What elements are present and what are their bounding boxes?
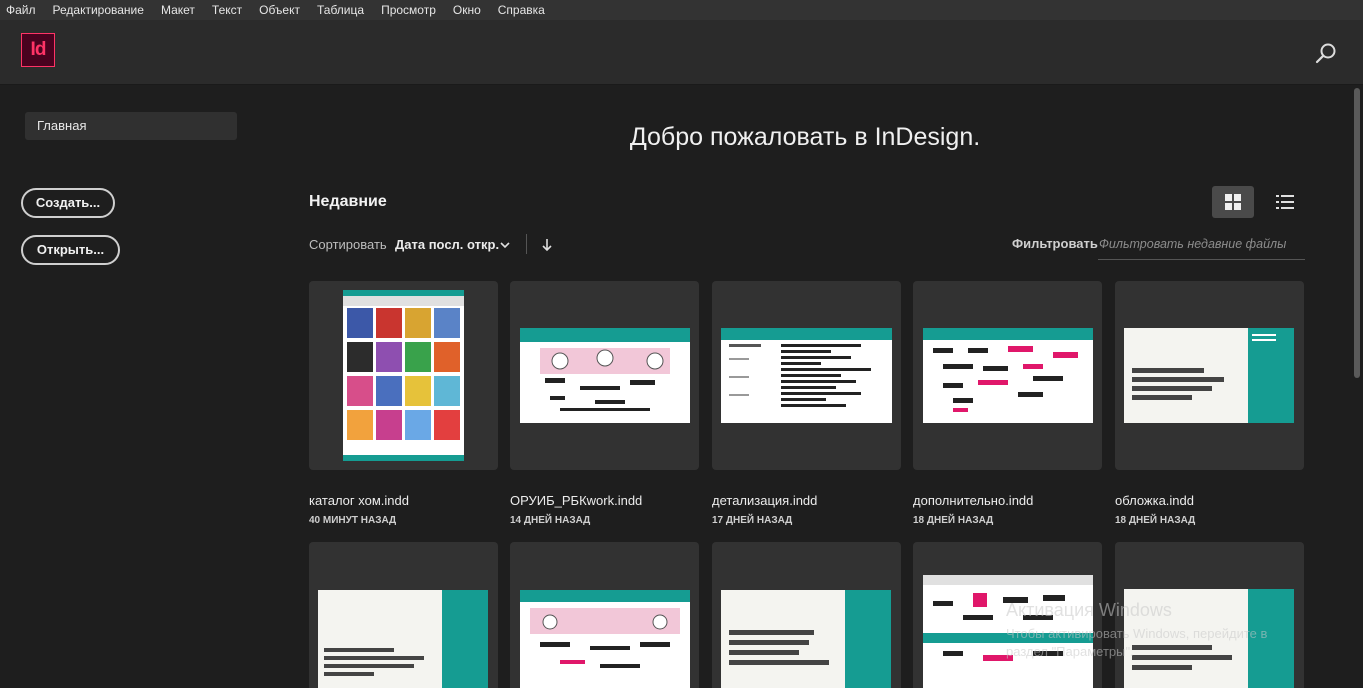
scrollbar[interactable] (1354, 88, 1360, 378)
recent-file-card[interactable] (712, 542, 901, 688)
left-panel: Главная Создать... Открыть... (0, 85, 260, 688)
file-time: 18 ДНЕЙ НАЗАД (913, 515, 994, 526)
app-header: Id (0, 20, 1363, 85)
menu-type[interactable]: Текст (205, 0, 252, 20)
open-button[interactable]: Открыть... (21, 235, 120, 265)
watermark-title: Активация Windows (1006, 600, 1172, 620)
indesign-logo: Id (21, 33, 55, 67)
file-name[interactable]: каталог хом.indd (309, 493, 409, 508)
activation-watermark: Активация Windows Чтобы активировать Win… (1006, 600, 1267, 659)
file-thumbnail (520, 590, 690, 688)
grid-view-icon (1225, 194, 1241, 210)
file-thumbnail (721, 590, 891, 688)
menu-view[interactable]: Просмотр (374, 0, 446, 20)
menu-edit[interactable]: Редактирование (46, 0, 154, 20)
sort-label: Сортировать (309, 237, 387, 252)
file-thumbnail (520, 328, 690, 423)
recent-file-card[interactable] (510, 281, 699, 470)
create-button[interactable]: Создать... (21, 188, 115, 218)
file-thumbnail (721, 328, 892, 423)
file-name[interactable]: ОРУИБ_РБКwork.indd (510, 493, 642, 508)
recent-file-card[interactable] (510, 542, 699, 688)
menu-file[interactable]: Файл (0, 0, 46, 20)
menu-table[interactable]: Таблица (310, 0, 374, 20)
file-time: 18 ДНЕЙ НАЗАД (1115, 515, 1196, 526)
menu-layout[interactable]: Макет (154, 0, 205, 20)
recent-file-card[interactable] (712, 281, 901, 470)
menu-window[interactable]: Окно (446, 0, 491, 20)
welcome-heading: Добро пожаловать в InDesign. (629, 123, 981, 151)
file-name[interactable]: детализация.indd (712, 493, 817, 508)
file-thumbnail (318, 590, 488, 688)
file-time: 14 ДНЕЙ НАЗАД (510, 515, 591, 526)
file-time: 17 ДНЕЙ НАЗАД (712, 515, 793, 526)
nav-home[interactable]: Главная (25, 112, 237, 140)
list-view-icon (1276, 195, 1294, 209)
watermark-text: Чтобы активировать Windows, перейдите в (1006, 626, 1268, 641)
sort-dropdown[interactable]: Дата посл. откр. (395, 237, 499, 252)
filter-label: Фильтровать (1012, 236, 1098, 251)
filter-input[interactable] (1098, 229, 1305, 260)
file-name[interactable]: обложка.indd (1115, 493, 1194, 508)
arrow-down-icon[interactable] (541, 238, 553, 252)
menu-object[interactable]: Объект (252, 0, 310, 20)
file-thumbnail (1124, 328, 1294, 423)
file-thumbnail (343, 290, 464, 461)
list-view-button[interactable] (1264, 186, 1306, 218)
watermark-text: раздел "Параметры". (1006, 644, 1134, 659)
file-time: 40 МИНУТ НАЗАД (309, 515, 397, 526)
recent-title: Недавние (309, 193, 387, 210)
recent-file-card[interactable] (1115, 281, 1304, 470)
sort-divider (526, 234, 527, 254)
recent-file-card[interactable] (309, 542, 498, 688)
file-thumbnail (923, 328, 1093, 423)
file-name[interactable]: дополнительно.indd (913, 493, 1033, 508)
chevron-down-icon[interactable] (499, 240, 511, 250)
recent-file-card[interactable] (913, 281, 1102, 470)
recent-file-card[interactable] (309, 281, 498, 470)
grid-view-button[interactable] (1212, 186, 1254, 218)
menu-bar: Файл Редактирование Макет Текст Объект Т… (0, 0, 1363, 20)
search-icon[interactable] (1314, 42, 1338, 66)
menu-help[interactable]: Справка (491, 0, 555, 20)
